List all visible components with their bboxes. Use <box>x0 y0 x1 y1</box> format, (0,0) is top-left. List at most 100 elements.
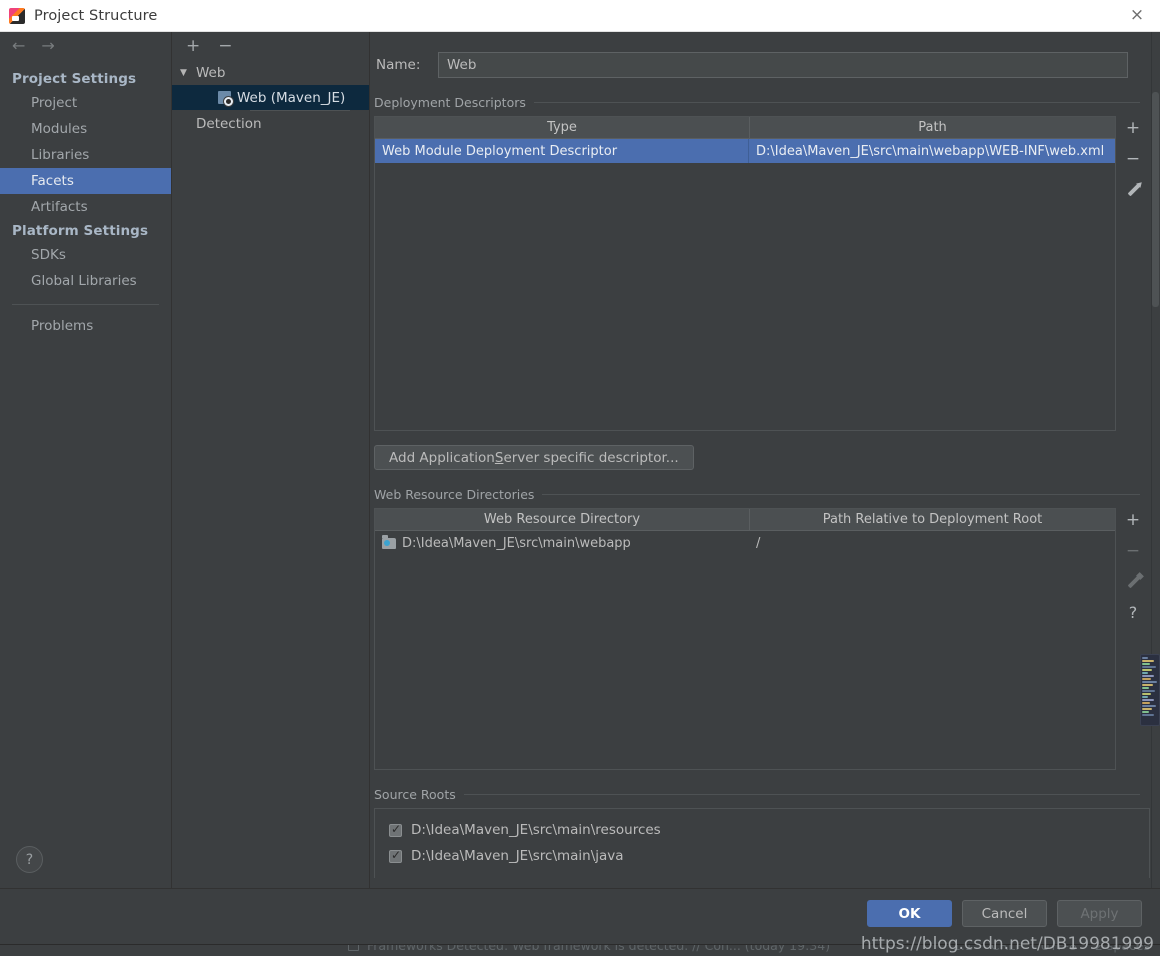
project-structure-dialog: Project Structure × ← → Project Settings… <box>0 0 1160 944</box>
sidebar-item-artifacts[interactable]: Artifacts <box>0 194 171 220</box>
deployment-descriptors-toolbar: + − <box>1116 116 1150 431</box>
forward-arrow-icon[interactable]: → <box>41 38 54 54</box>
table-header-row: Type Path <box>375 117 1115 139</box>
column-header-path-relative[interactable]: Path Relative to Deployment Root <box>749 509 1115 530</box>
content-scrollbar[interactable] <box>1151 32 1160 888</box>
tree-node-web-maven-je[interactable]: Web (Maven_JE) <box>172 85 369 110</box>
column-header-path[interactable]: Path <box>749 117 1115 138</box>
dialog-buttons: OK Cancel Apply <box>867 900 1142 927</box>
sidebar-item-modules[interactable]: Modules <box>0 116 171 142</box>
add-facet-button[interactable]: + <box>186 37 200 55</box>
minimap-line <box>1142 669 1153 671</box>
table-header-row: Web Resource Directory Path Relative to … <box>375 509 1115 531</box>
section-label: Web Resource Directories <box>374 487 535 502</box>
sidebar-item-global-libraries[interactable]: Global Libraries <box>0 268 171 294</box>
help-icon[interactable]: ? <box>16 846 43 873</box>
web-facet-icon <box>218 91 234 107</box>
watermark: https://blog.csdn.net/DB19981999 <box>860 934 1154 954</box>
tree-node-label: Web <box>196 64 226 81</box>
facets-tree-toolbar: + − <box>172 32 369 60</box>
sidebar-item-facets[interactable]: Facets <box>0 168 171 194</box>
sidebar-divider <box>12 304 159 305</box>
btn-post: erver specific descriptor... <box>503 449 679 466</box>
cell-type: Web Module Deployment Descriptor <box>375 139 749 163</box>
web-resource-directories-table[interactable]: Web Resource Directory Path Relative to … <box>374 508 1116 770</box>
section-source-roots: Source Roots <box>374 787 1140 802</box>
source-root-label: D:\Idea\Maven_JE\src\main\resources <box>411 822 661 838</box>
dialog-title-bar: Project Structure × <box>0 0 1160 32</box>
edit-descriptor-button[interactable] <box>1123 180 1143 200</box>
tree-node-detection[interactable]: Detection <box>172 111 369 136</box>
minimap-line <box>1142 690 1156 692</box>
section-label: Source Roots <box>374 787 456 802</box>
pencil-icon <box>1126 575 1141 589</box>
facet-name-input[interactable] <box>438 52 1128 78</box>
minimap-line <box>1142 687 1150 689</box>
sidebar-list: Project Settings Project Modules Librari… <box>0 60 171 339</box>
section-label: Deployment Descriptors <box>374 95 526 110</box>
minimap-line <box>1142 672 1149 674</box>
minimap-line <box>1142 681 1157 683</box>
cancel-button[interactable]: Cancel <box>962 900 1047 927</box>
web-resource-help-icon[interactable]: ? <box>1123 603 1143 623</box>
cell-directory: D:\Idea\Maven_JE\src\main\webapp <box>375 531 749 555</box>
scrollbar-thumb[interactable] <box>1152 92 1159 307</box>
folder-icon <box>382 534 396 549</box>
back-arrow-icon[interactable]: ← <box>12 38 25 54</box>
minimap-line <box>1142 666 1156 668</box>
sidebar-item-libraries[interactable]: Libraries <box>0 142 171 168</box>
web-resource-directories-toolbar: + − ? <box>1116 508 1150 770</box>
minimap-line <box>1142 693 1152 695</box>
remove-web-resource-button: − <box>1125 540 1141 561</box>
sidebar-item-project[interactable]: Project <box>0 90 171 116</box>
chevron-down-icon[interactable]: ▼ <box>180 68 190 78</box>
column-header-type[interactable]: Type <box>375 117 749 138</box>
minimap-line <box>1142 675 1155 677</box>
facets-tree-panel: + − ▼ Web Web (Maven_JE) Detection <box>172 32 370 888</box>
list-item[interactable]: D:\Idea\Maven_JE\src\main\resources <box>375 817 1149 843</box>
add-descriptor-button[interactable]: + <box>1123 118 1143 138</box>
minimap-line <box>1142 711 1149 713</box>
section-rule <box>463 794 1140 795</box>
column-header-web-resource-directory[interactable]: Web Resource Directory <box>375 509 749 530</box>
minimap-line <box>1142 705 1156 707</box>
minimap-line <box>1142 684 1153 686</box>
settings-sidebar: ← → Project Settings Project Modules Lib… <box>0 32 172 888</box>
checkbox-source-root-java[interactable] <box>389 848 402 863</box>
ok-button[interactable]: OK <box>867 900 952 927</box>
sidebar-group-project-settings: Project Settings <box>12 71 137 87</box>
add-web-resource-button[interactable]: + <box>1123 510 1143 530</box>
web-resource-directories-table-wrap: Web Resource Directory Path Relative to … <box>374 508 1150 770</box>
checkbox-source-root-resources[interactable] <box>389 822 402 837</box>
close-icon[interactable]: × <box>1114 0 1160 31</box>
table-row[interactable]: D:\Idea\Maven_JE\src\main\webapp / <box>375 531 1115 555</box>
remove-facet-button[interactable]: − <box>218 37 232 55</box>
sidebar-item-problems[interactable]: Problems <box>0 313 171 339</box>
pencil-icon <box>1126 183 1141 197</box>
apply-button: Apply <box>1057 900 1142 927</box>
sidebar-item-sdks[interactable]: SDKs <box>0 242 171 268</box>
sidebar-footer: ? <box>0 832 171 888</box>
add-application-server-descriptor-button[interactable]: Add Application Server specific descript… <box>374 445 694 470</box>
section-web-resource-directories: Web Resource Directories <box>374 487 1140 502</box>
minimap-line <box>1142 678 1151 680</box>
minimap-line <box>1142 696 1148 698</box>
remove-descriptor-button[interactable]: − <box>1123 149 1143 169</box>
table-row[interactable]: Web Module Deployment Descriptor D:\Idea… <box>375 139 1115 163</box>
tree-node-web-group[interactable]: ▼ Web <box>172 60 369 85</box>
section-deployment-descriptors: Deployment Descriptors <box>374 95 1140 110</box>
dialog-title: Project Structure <box>34 7 158 24</box>
intellij-idea-icon <box>9 7 25 24</box>
section-rule <box>533 102 1140 103</box>
facet-detail-panel: Name: Deployment Descriptors Type Path W… <box>370 32 1160 888</box>
editor-minimap <box>1140 654 1160 726</box>
deployment-descriptors-table[interactable]: Type Path Web Module Deployment Descript… <box>374 116 1116 431</box>
minimap-line <box>1142 660 1154 662</box>
btn-mnemonic: S <box>494 449 504 466</box>
list-item[interactable]: D:\Idea\Maven_JE\src\main\java <box>375 843 1149 869</box>
name-label: Name: <box>376 57 421 73</box>
cell-relative-path: / <box>756 535 761 551</box>
minimap-line <box>1142 708 1153 710</box>
sidebar-nav: ← → <box>0 32 171 60</box>
deployment-descriptors-table-wrap: Type Path Web Module Deployment Descript… <box>374 116 1150 431</box>
